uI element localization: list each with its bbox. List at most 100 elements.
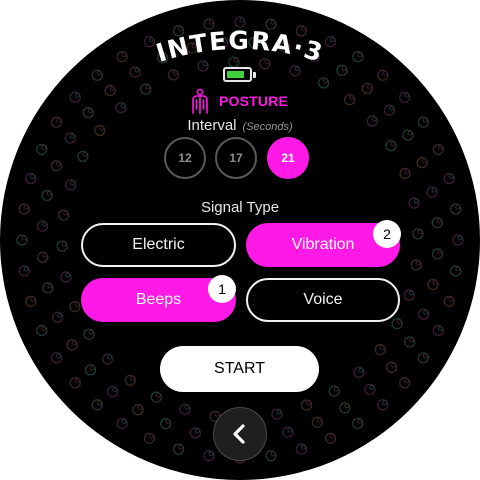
decor-symbol: [450, 265, 462, 277]
decor-symbol: [84, 364, 97, 376]
decor-symbol: [25, 172, 37, 185]
decor-symbol: [50, 352, 63, 364]
decor-symbol: [189, 427, 202, 439]
mode-label: POSTURE: [219, 93, 289, 109]
decor-symbol: [427, 278, 439, 291]
decor-symbol: [124, 374, 137, 386]
decor-symbol: [432, 324, 444, 337]
decor-symbol: [172, 443, 185, 455]
decor-symbol: [383, 104, 396, 116]
decor-symbol: [377, 399, 389, 411]
decor-symbol: [115, 102, 127, 114]
battery-icon: [223, 67, 256, 82]
signal-option-label: Beeps: [135, 291, 182, 308]
decor-symbol: [352, 417, 364, 430]
decor-symbol: [452, 234, 464, 246]
decor-symbol: [203, 450, 215, 462]
decor-symbol: [52, 311, 64, 323]
chevron-left-icon: [233, 424, 245, 444]
decor-symbol: [25, 295, 37, 308]
decor-symbol: [364, 383, 376, 396]
decor-symbol: [50, 160, 63, 172]
decor-symbol: [107, 386, 119, 398]
decor-symbol: [324, 432, 337, 444]
interval-header: Interval (Seconds): [0, 117, 480, 135]
signal-option-label: Vibration: [291, 236, 355, 253]
decor-symbol: [399, 377, 411, 389]
decor-symbol: [36, 324, 48, 337]
decor-symbol: [416, 157, 428, 169]
decor-symbol: [69, 377, 81, 389]
decor-symbol: [42, 282, 54, 294]
selection-order-badge: 2: [373, 220, 401, 248]
decor-symbol: [385, 140, 397, 152]
decor-symbol: [431, 217, 443, 229]
decor-symbol: [311, 416, 323, 428]
decor-symbol: [426, 186, 438, 198]
selection-order-badge: 1: [208, 275, 236, 303]
decor-symbol: [417, 308, 430, 320]
decor-symbol: [160, 417, 172, 430]
decor-symbol: [65, 179, 77, 191]
interval-unit: (Seconds): [242, 121, 293, 133]
decor-symbol: [374, 343, 386, 356]
decor-symbol: [412, 228, 424, 240]
decor-symbol: [18, 265, 30, 277]
interval-option-21[interactable]: 21: [267, 137, 309, 179]
decor-symbol: [295, 443, 308, 455]
decor-symbol: [140, 83, 152, 95]
decor-symbol: [432, 143, 444, 156]
posture-figure-icon: [192, 88, 208, 114]
interval-options: 12 17 21: [164, 137, 314, 181]
decor-symbol: [60, 271, 72, 283]
decor-symbol: [443, 295, 455, 308]
decor-symbol: [102, 353, 114, 365]
decor-symbol: [16, 234, 28, 246]
decor-symbol: [116, 417, 128, 430]
decor-symbol: [404, 336, 416, 348]
decor-symbol: [399, 167, 411, 180]
start-button[interactable]: START: [160, 346, 319, 392]
decor-symbol: [69, 300, 81, 313]
decor-symbol: [150, 391, 163, 403]
svg-text:INTEGRA·3: INTEGRA·3: [153, 26, 327, 68]
decor-symbol: [66, 339, 78, 351]
signal-option-label: Electric: [132, 236, 185, 253]
decor-symbol: [132, 404, 144, 416]
battery-level: [227, 71, 244, 78]
decor-symbol: [386, 361, 398, 373]
decor-symbol: [353, 366, 365, 378]
decor-symbol: [36, 143, 48, 156]
mode-indicator: POSTURE: [189, 87, 288, 115]
decor-symbol: [403, 289, 415, 301]
decor-symbol: [271, 408, 283, 420]
decor-symbol: [56, 240, 68, 252]
decor-symbol: [36, 220, 49, 232]
decor-symbol: [343, 94, 356, 106]
decor-symbol: [300, 399, 313, 411]
decor-symbol: [91, 399, 103, 411]
decor-symbol: [265, 450, 277, 462]
interval-option-17[interactable]: 17: [215, 137, 257, 179]
interval-label: Interval: [187, 117, 237, 134]
signal-option-label: Voice: [303, 291, 343, 308]
decor-symbol: [339, 402, 351, 414]
decor-symbol: [282, 426, 294, 438]
back-button[interactable]: [213, 407, 267, 461]
decor-symbol: [361, 82, 373, 94]
decor-symbol: [391, 317, 403, 330]
decor-symbol: [143, 432, 156, 444]
decor-symbol: [69, 91, 81, 103]
decor-symbol: [399, 91, 411, 103]
decor-symbol: [443, 172, 455, 185]
decor-symbol: [431, 248, 444, 260]
decor-symbol: [410, 259, 422, 271]
decor-symbol: [77, 150, 89, 163]
watch-screen: INTEGRA·3 POSTURE Interval (Seconds) 12 1…: [0, 0, 480, 480]
signal-option-electric[interactable]: Electric: [81, 223, 236, 267]
decor-symbol: [328, 385, 340, 397]
decor-symbol: [417, 352, 430, 364]
decor-symbol: [104, 84, 116, 97]
signal-option-voice[interactable]: Voice: [246, 278, 400, 322]
interval-option-12[interactable]: 12: [164, 137, 206, 179]
